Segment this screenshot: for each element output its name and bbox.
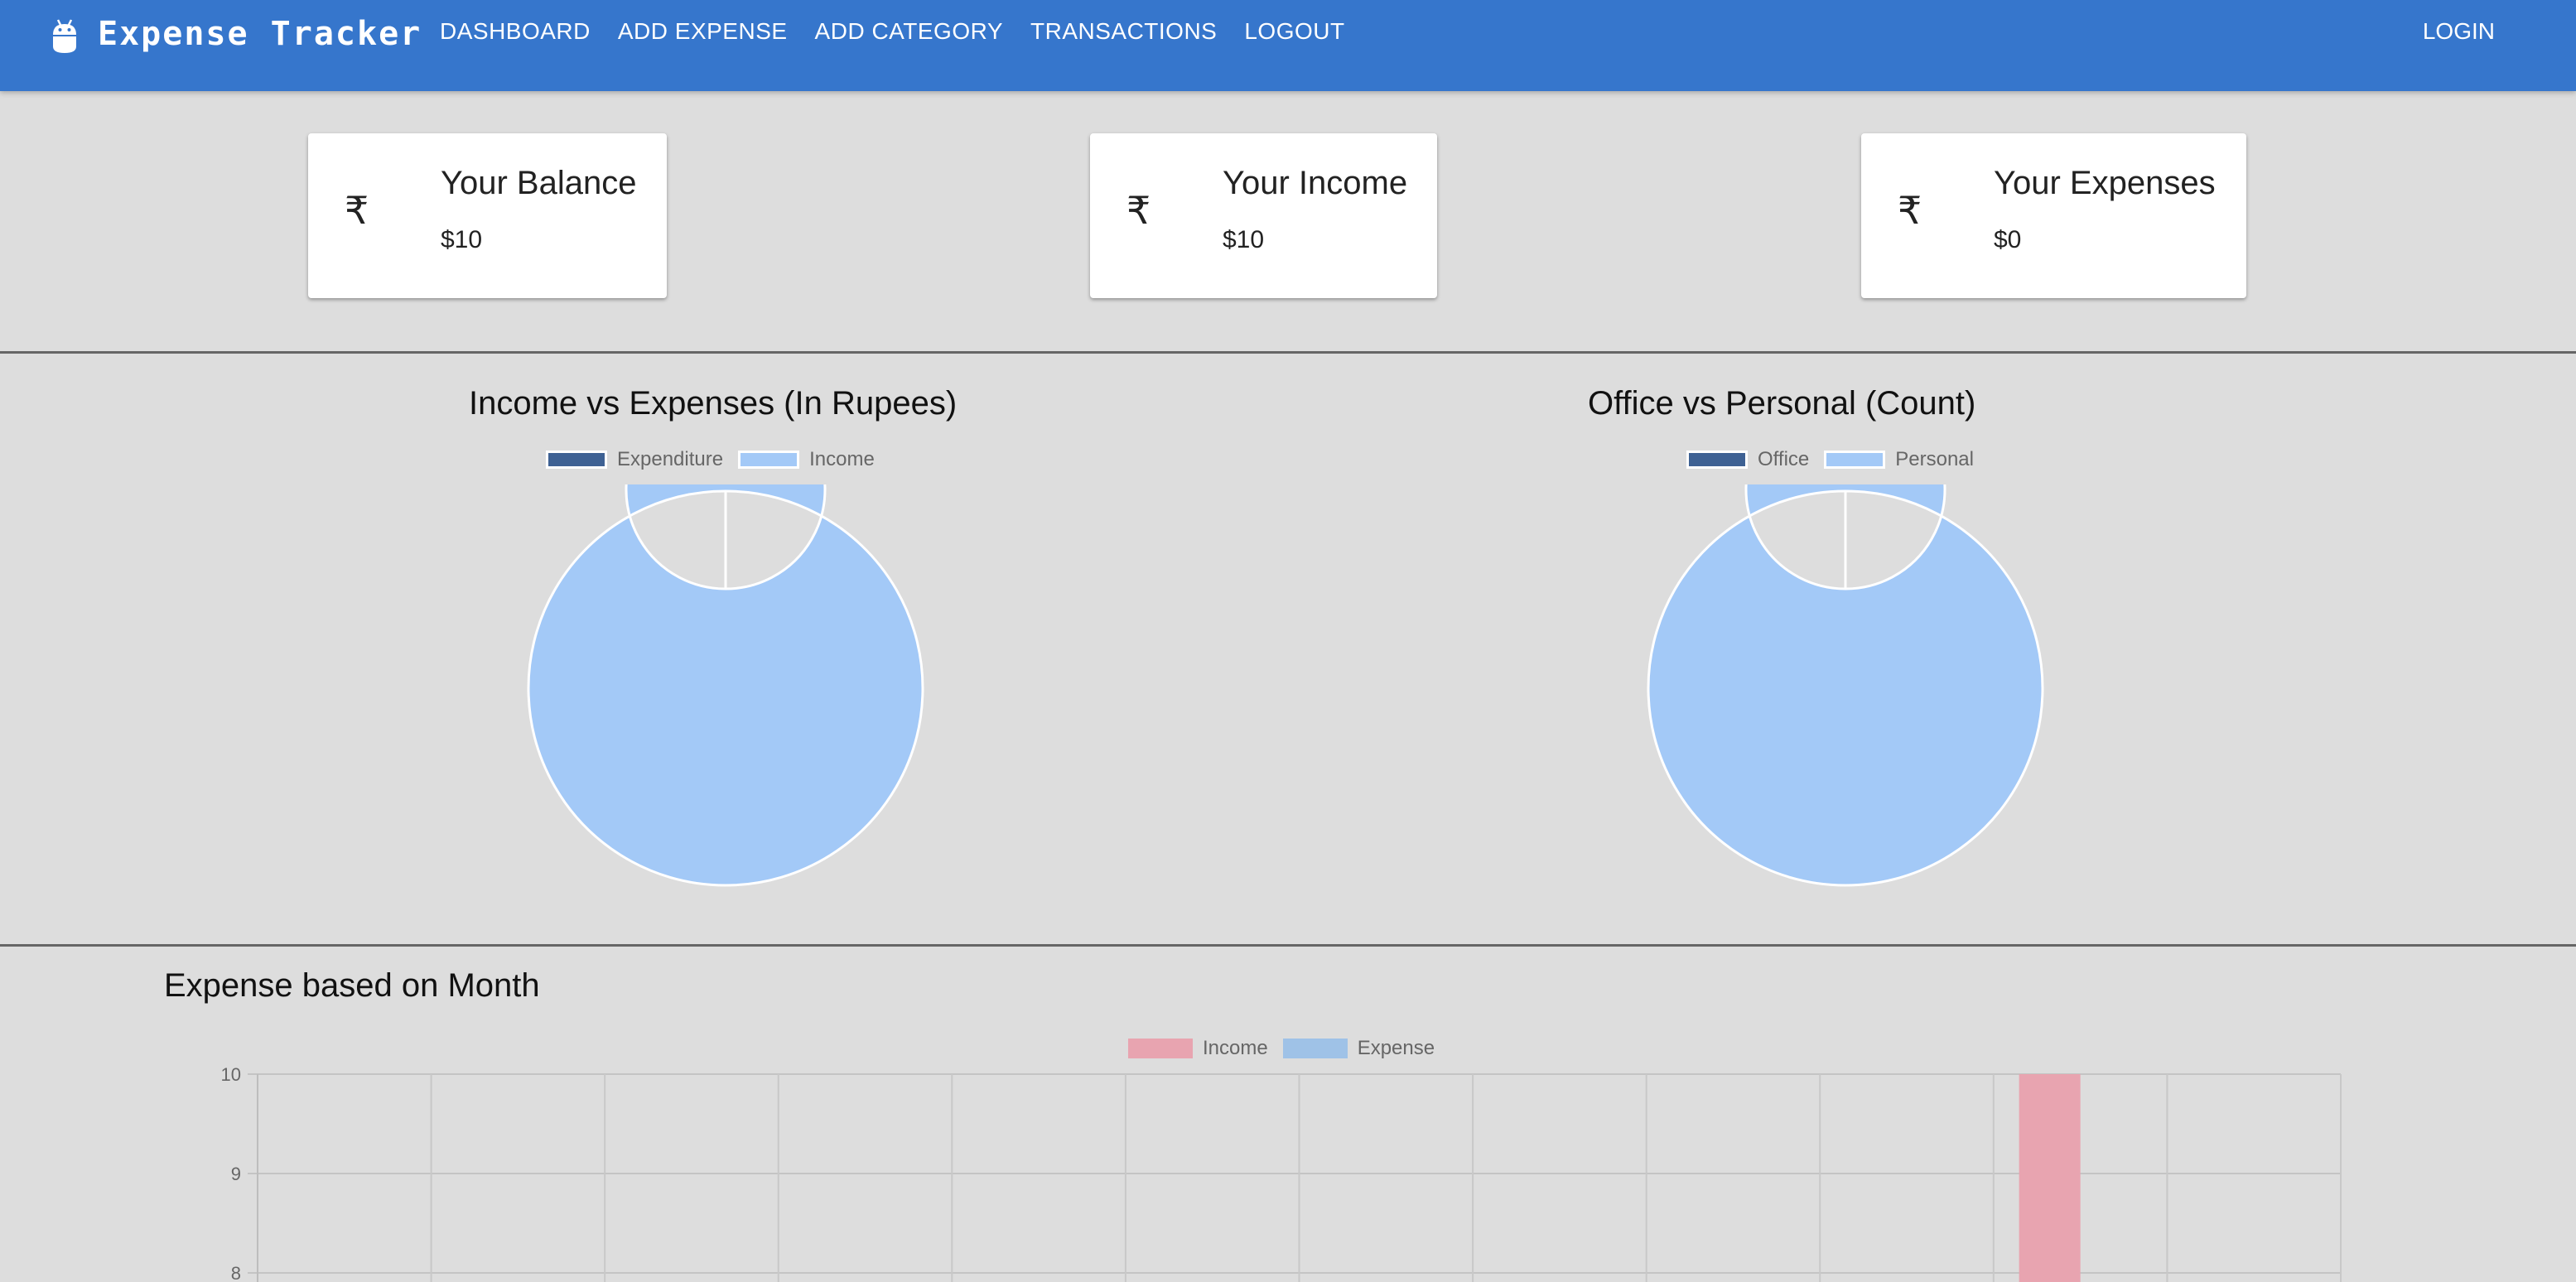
- monthly-expense-legend: Income Expense: [1128, 1037, 1435, 1060]
- android-icon[interactable]: [50, 17, 80, 55]
- balance-card: ₹ Your Balance $10: [308, 133, 667, 298]
- nav-logout[interactable]: LOGOUT: [1244, 18, 1344, 45]
- office-vs-personal-legend: Office Personal: [1686, 448, 1974, 471]
- brand-title[interactable]: Expense Tracker: [98, 15, 422, 53]
- nav-add-expense[interactable]: ADD EXPENSE: [618, 18, 788, 45]
- expenses-value: $0: [1994, 226, 2022, 253]
- income-title: Your Income: [1223, 165, 1408, 201]
- legend-swatch-personal: [1824, 451, 1886, 469]
- income-card: ₹ Your Income $10: [1090, 133, 1437, 298]
- legend-label-office: Office: [1758, 448, 1810, 470]
- legend-label-expense-bar: Expense: [1357, 1037, 1435, 1059]
- nav-links: DASHBOARD ADD EXPENSE ADD CATEGORY TRANS…: [440, 18, 1345, 45]
- legend-swatch-office: [1686, 451, 1748, 469]
- legend-swatch-expense-bar: [1282, 1039, 1348, 1058]
- legend-label-income-bar: Income: [1203, 1037, 1268, 1059]
- monthly-expense-bar-chart: 10 9 8: [221, 1064, 2342, 1282]
- rupee-icon: ₹: [1126, 189, 1151, 232]
- navbar: Expense Tracker DASHBOARD ADD EXPENSE AD…: [0, 0, 2576, 91]
- rupee-icon: ₹: [1898, 189, 1922, 232]
- nav-dashboard[interactable]: DASHBOARD: [440, 18, 591, 45]
- balance-title: Your Balance: [441, 165, 637, 201]
- nav-transactions[interactable]: TRANSACTIONS: [1030, 18, 1217, 45]
- legend-label-expenditure: Expenditure: [617, 448, 724, 470]
- income-vs-expenses-donut: [527, 484, 924, 887]
- legend-item-office[interactable]: Office: [1686, 448, 1809, 471]
- monthly-expense-title: Expense based on Month: [164, 967, 540, 1004]
- legend-item-personal[interactable]: Personal: [1824, 448, 1974, 471]
- nav-add-category[interactable]: ADD CATEGORY: [815, 18, 1003, 45]
- legend-swatch-income: [738, 451, 800, 469]
- balance-value: $10: [441, 226, 483, 253]
- legend-label-income: Income: [809, 448, 875, 470]
- legend-item-expenditure[interactable]: Expenditure: [546, 448, 723, 471]
- legend-item-income[interactable]: Income: [738, 448, 875, 471]
- legend-item-income-bar[interactable]: Income: [1128, 1037, 1268, 1060]
- rupee-icon: ₹: [345, 189, 369, 232]
- login-button[interactable]: LOGIN: [2423, 18, 2495, 45]
- legend-swatch-expenditure: [546, 451, 607, 469]
- office-vs-personal-title: Office vs Personal (Count): [1588, 385, 1976, 422]
- section-divider: [0, 351, 2576, 354]
- y-tick-label: 9: [231, 1164, 241, 1184]
- office-vs-personal-donut: [1647, 484, 2044, 887]
- section-divider: [0, 944, 2576, 947]
- expenses-title: Your Expenses: [1994, 165, 2216, 201]
- bar-income-11[interactable]: [2019, 1074, 2081, 1282]
- legend-swatch-income-bar: [1128, 1039, 1193, 1058]
- income-vs-expenses-title: Income vs Expenses (In Rupees): [469, 385, 958, 422]
- income-value: $10: [1223, 226, 1265, 253]
- y-tick-label: 8: [231, 1263, 241, 1282]
- income-vs-expenses-legend: Expenditure Income: [546, 448, 875, 471]
- legend-label-personal: Personal: [1895, 448, 1974, 470]
- expenses-card: ₹ Your Expenses $0: [1861, 133, 2246, 298]
- y-tick-label: 10: [221, 1064, 241, 1085]
- legend-item-expense-bar[interactable]: Expense: [1282, 1037, 1435, 1060]
